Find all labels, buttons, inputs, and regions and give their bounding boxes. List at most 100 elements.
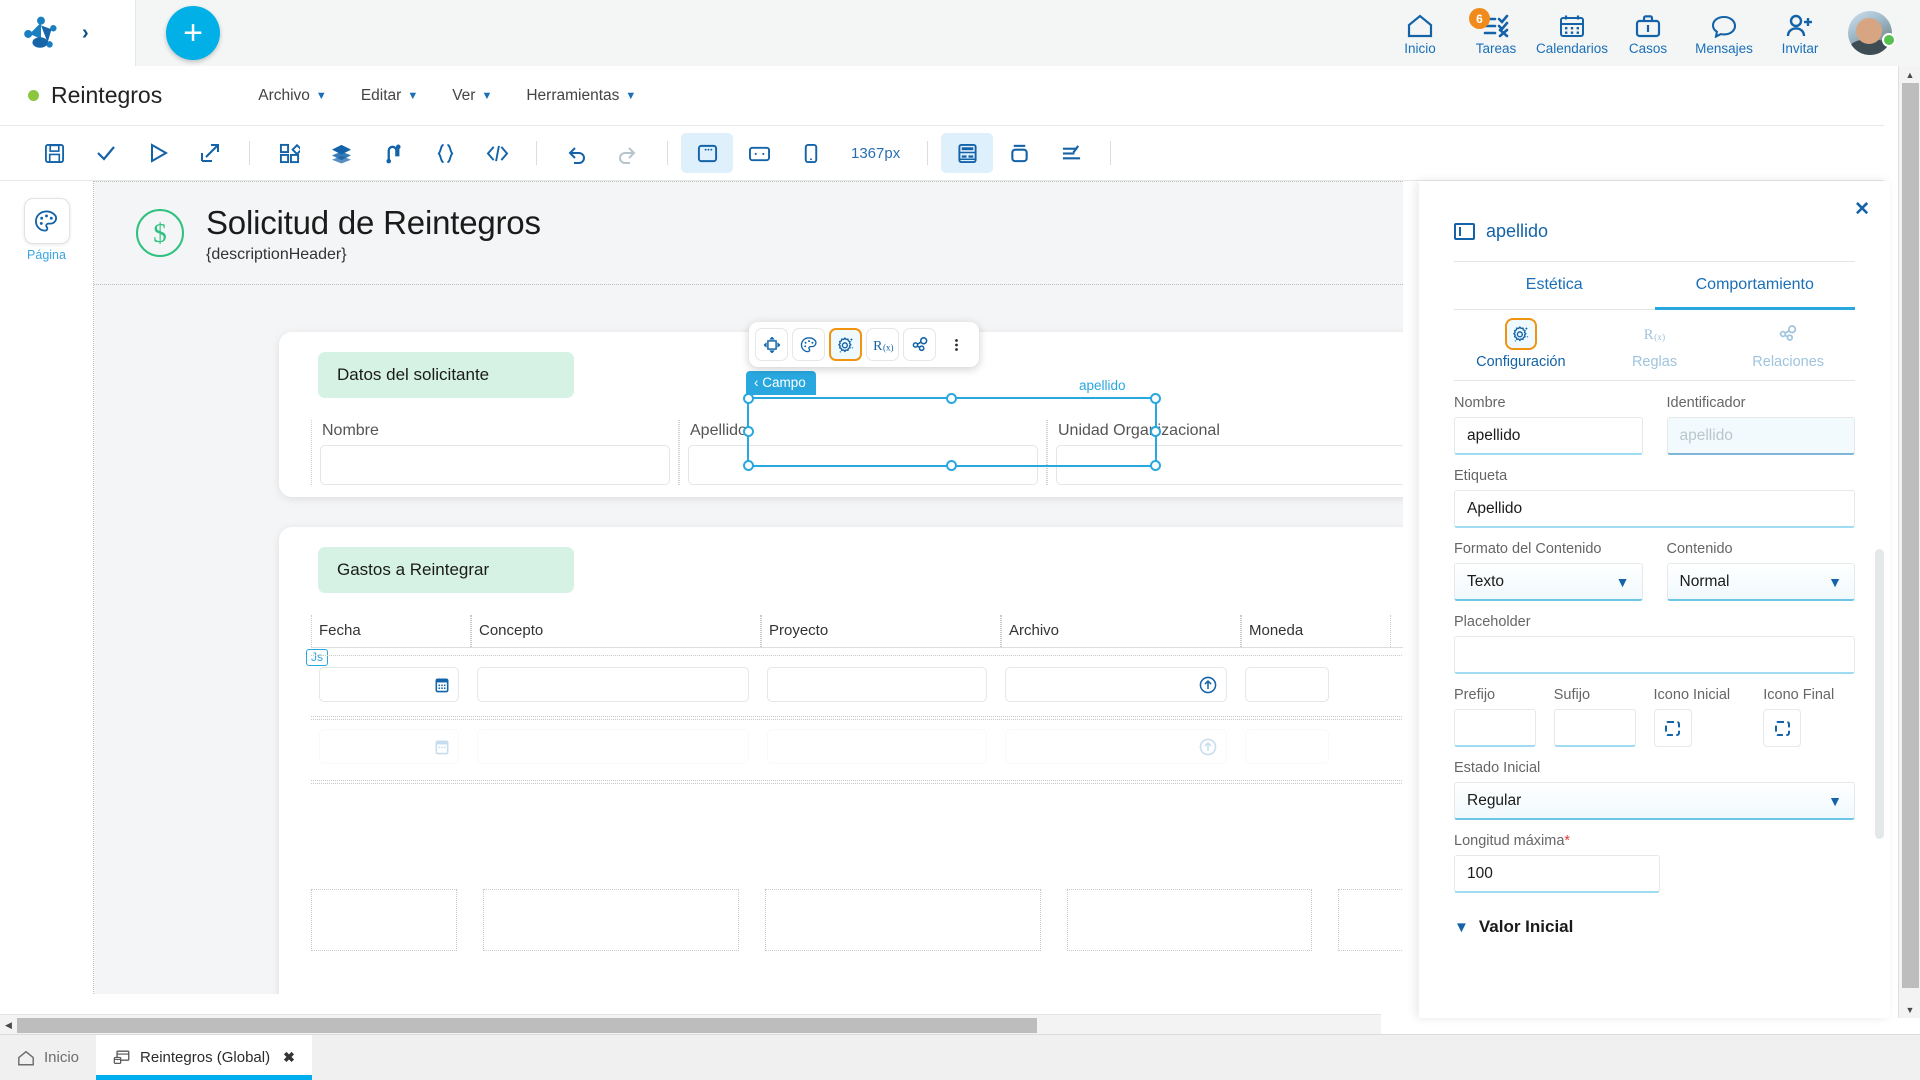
mobile-view-button[interactable]: [785, 133, 837, 173]
publish-button[interactable]: [184, 133, 236, 173]
close-icon[interactable]: ✕: [1854, 198, 1870, 221]
selection-breadcrumb-pill[interactable]: ‹ Campo: [746, 371, 816, 395]
input-placeholder[interactable]: [1454, 636, 1855, 674]
select-contenido[interactable]: Normal ▼: [1666, 563, 1855, 601]
layers-button[interactable]: [315, 133, 367, 173]
canvas-horizontal-scrollbar[interactable]: [93, 982, 1383, 994]
selection-box-apellido[interactable]: [743, 393, 1161, 471]
validate-button[interactable]: [80, 133, 132, 173]
accordion-valor-inicial[interactable]: ▼ Valor Inicial: [1454, 917, 1855, 937]
input-etiqueta[interactable]: Apellido: [1454, 490, 1855, 528]
nav-item-calendarios[interactable]: Calendarios: [1534, 10, 1610, 56]
container-button[interactable]: [993, 133, 1045, 173]
input-nombre[interactable]: apellido: [1454, 417, 1643, 455]
page-canvas[interactable]: $ Solicitud de Reintegros {descriptionHe…: [93, 181, 1403, 994]
resize-handle-tr[interactable]: [1150, 393, 1161, 404]
json-button[interactable]: [419, 133, 471, 173]
horizontal-scroll-thumb[interactable]: [17, 1018, 1037, 1033]
components-button[interactable]: [263, 133, 315, 173]
subtab-reglas[interactable]: R (x) Reglas: [1588, 310, 1722, 380]
create-new-button[interactable]: +: [166, 6, 220, 60]
editor-toolbar: 1367px: [0, 126, 1884, 181]
expand-sidebar-icon[interactable]: ›: [82, 22, 89, 45]
panel-scrollbar[interactable]: [1875, 381, 1884, 977]
tab-estetica[interactable]: Estética: [1454, 262, 1655, 310]
panel-scroll-thumb[interactable]: [1875, 549, 1884, 839]
save-button[interactable]: [28, 133, 80, 173]
nav-item-mensajes[interactable]: Mensajes: [1686, 10, 1762, 56]
input-longitud-maxima[interactable]: 100: [1454, 855, 1660, 893]
resize-handle-mr[interactable]: [1150, 426, 1161, 437]
run-button[interactable]: [132, 133, 184, 173]
align-button[interactable]: [1045, 133, 1097, 173]
code-button[interactable]: [471, 133, 523, 173]
subtab-configuracion[interactable]: Configuración: [1454, 310, 1588, 380]
settings-button[interactable]: [829, 328, 862, 361]
form-layout-button[interactable]: [941, 133, 994, 173]
scroll-left-arrow[interactable]: ◀: [0, 1015, 17, 1035]
label-prefijo: Prefijo: [1454, 687, 1496, 703]
nav-item-casos[interactable]: Casos: [1610, 10, 1686, 56]
resize-handle-tc[interactable]: [946, 393, 957, 404]
vertical-scroll-thumb[interactable]: [1902, 83, 1919, 988]
label-text: Longitud máxima: [1454, 833, 1565, 849]
menu-ver[interactable]: Ver ▼: [452, 87, 492, 105]
chat-icon: [1711, 10, 1737, 38]
redo-button[interactable]: [602, 133, 654, 173]
label-estado-inicial: Estado Inicial: [1454, 760, 1541, 776]
panel-tabs: Estética Comportamiento: [1454, 262, 1855, 310]
field-nombre[interactable]: Nombre: [311, 420, 679, 485]
select-value: Texto: [1467, 572, 1505, 590]
picker-icono-final[interactable]: [1763, 709, 1802, 747]
relations-button[interactable]: [903, 328, 936, 361]
undo-button[interactable]: [550, 133, 602, 173]
app-logo-icon[interactable]: [22, 14, 60, 52]
top-navigation: Inicio 6 Tareas Calendarios Casos Mensaj…: [1382, 8, 1920, 56]
close-tab-icon[interactable]: ✖: [283, 1049, 295, 1066]
totals-cell[interactable]: [1067, 889, 1312, 951]
resize-handle-bc[interactable]: [946, 460, 957, 471]
rail-tool-pagina[interactable]: Página: [0, 198, 93, 262]
totals-cell[interactable]: [311, 889, 457, 951]
flow-button[interactable]: [367, 133, 419, 173]
menu-archivo[interactable]: Archivo ▼: [258, 87, 327, 105]
menu-herramientas[interactable]: Herramientas ▼: [526, 87, 636, 105]
desktop-view-button[interactable]: [681, 133, 733, 173]
style-button[interactable]: [792, 328, 825, 361]
input-sufijo[interactable]: [1553, 709, 1636, 747]
resize-handle-br[interactable]: [1150, 460, 1161, 471]
input-identificador[interactable]: apellido: [1666, 417, 1855, 455]
input-prefijo[interactable]: [1454, 709, 1536, 747]
scroll-up-arrow[interactable]: ▲: [1899, 66, 1920, 83]
rules-button[interactable]: R (x): [866, 328, 899, 361]
tablet-view-button[interactable]: [733, 133, 785, 173]
resize-handle-ml[interactable]: [743, 426, 754, 437]
nav-label: Tareas: [1475, 41, 1517, 56]
totals-cell[interactable]: [765, 889, 1042, 951]
nav-item-invitar[interactable]: Invitar: [1762, 10, 1838, 56]
window-vertical-scrollbar[interactable]: ▲ ▼: [1898, 66, 1920, 1018]
resize-handle-bl[interactable]: [743, 460, 754, 471]
tab-comportamiento[interactable]: Comportamiento: [1654, 262, 1855, 310]
select-estado-inicial[interactable]: Regular ▼: [1454, 782, 1855, 820]
field-input[interactable]: [320, 445, 670, 485]
nav-item-tareas[interactable]: 6 Tareas: [1458, 8, 1534, 56]
bottom-tab-reintegros[interactable]: Reintegros (Global) ✖: [96, 1035, 312, 1080]
group-icono-final: Icono Final: [1763, 687, 1855, 747]
window-horizontal-scrollbar[interactable]: ◀: [0, 1014, 1381, 1034]
left-rail: Página: [0, 181, 93, 1018]
more-button[interactable]: [940, 328, 973, 361]
select-formato-contenido[interactable]: Texto ▼: [1454, 563, 1643, 601]
move-button[interactable]: [755, 328, 788, 361]
totals-cell[interactable]: [1337, 889, 1403, 951]
totals-cell[interactable]: [482, 889, 740, 951]
scroll-down-arrow[interactable]: ▼: [1899, 1001, 1920, 1018]
bottom-tab-inicio[interactable]: Inicio: [0, 1035, 96, 1080]
picker-icono-inicial[interactable]: [1653, 709, 1692, 747]
user-avatar[interactable]: [1838, 11, 1902, 55]
subtab-relaciones[interactable]: Relaciones: [1721, 310, 1855, 380]
nav-item-inicio[interactable]: Inicio: [1382, 10, 1458, 56]
menu-editar[interactable]: Editar ▼: [361, 87, 418, 105]
chevron-down-icon: ▼: [315, 89, 327, 102]
gear-sparkle-icon: [1504, 318, 1537, 350]
